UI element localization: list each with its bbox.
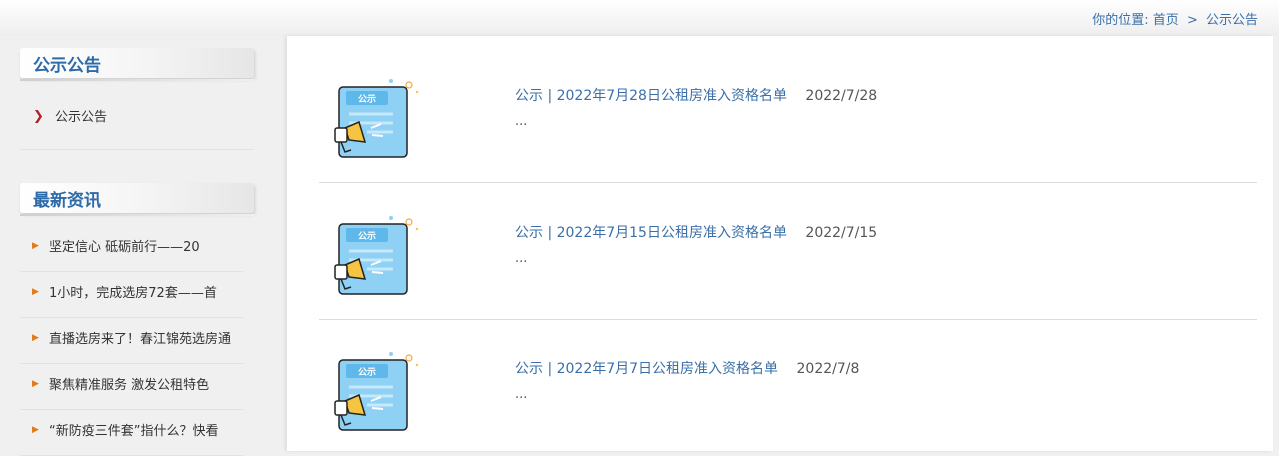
entry-date: 2022/7/15 xyxy=(805,225,878,241)
heading-underline xyxy=(20,214,254,216)
category-heading: 公示公告 xyxy=(20,48,254,81)
entry-excerpt: ... xyxy=(515,387,528,402)
bullet-icon: ▶ xyxy=(32,379,39,389)
entry-title-row: 公示 | 2022年7月28日公租房准入资格名单 2022/7/28 xyxy=(515,85,877,105)
breadcrumb-current-link[interactable]: 公示公告 xyxy=(1206,13,1258,28)
news-item-label: “新防疫三件套”指什么？快看 xyxy=(49,424,219,439)
bullet-icon: ▶ xyxy=(32,425,39,435)
entry-excerpt: ... xyxy=(515,251,528,266)
sidebar-item-label: 公示公告 xyxy=(55,110,108,125)
entry-title-row: 公示 | 2022年7月7日公租房准入资格名单 2022/7/8 xyxy=(515,358,859,378)
entry-title-row: 公示 | 2022年7月15日公租房准入资格名单 2022/7/15 xyxy=(515,222,877,242)
category-heading-text: 公示公告 xyxy=(33,56,101,76)
entry-title-link[interactable]: 公示 | 2022年7月7日公租房准入资格名单 xyxy=(515,361,778,377)
news-item-label: 坚定信心 砥砺前行——20 xyxy=(49,240,200,255)
news-item-label: 1小时，完成选房72套——首 xyxy=(49,286,217,301)
breadcrumb-home-link[interactable]: 首页 xyxy=(1153,13,1179,28)
entry-title-link[interactable]: 公示 | 2022年7月15日公租房准入资格名单 xyxy=(515,225,787,241)
news-item[interactable]: ▶ 聚焦精准服务 激发公租特色 xyxy=(20,363,243,410)
news-item[interactable]: ▶ “新防疫三件套”指什么？快看 xyxy=(20,409,243,456)
entry-excerpt: ... xyxy=(515,114,528,129)
chevron-right-icon: ❯ xyxy=(33,109,44,124)
news-item-label: 直播选房来了！春江锦苑选房通 xyxy=(49,332,232,347)
news-item-label: 聚焦精准服务 激发公租特色 xyxy=(49,378,210,393)
news-item[interactable]: ▶ 直播选房来了！春江锦苑选房通 xyxy=(20,317,243,364)
announcement-megaphone-icon[interactable]: 公示 xyxy=(327,215,419,297)
bullet-icon: ▶ xyxy=(32,241,39,251)
announcement-megaphone-icon[interactable]: 公示 xyxy=(327,351,419,433)
list-item: 公示 公示 | 2022年7月7日公租房准入资格名单 2022/7/8 ... xyxy=(319,319,1257,455)
news-item[interactable]: ▶ 坚定信心 砥砺前行——20 xyxy=(20,225,243,272)
entry-date: 2022/7/28 xyxy=(805,88,878,104)
sidebar: 公示公告 ❯ 公示公告 最新资讯 ▶ 坚定信心 砥砺前行——20 ▶ 1小时，完… xyxy=(0,36,286,456)
entry-title-link[interactable]: 公示 | 2022年7月28日公租房准入资格名单 xyxy=(515,88,787,104)
list-item: 公示 公示 | 2022年7月15日公租房准入资格名单 2022/7/15 ..… xyxy=(319,183,1257,320)
announcement-list: 公示 公示 | 2022年7月28日公租房准入资格名单 2022/7/28 ..… xyxy=(287,36,1273,451)
heading-underline xyxy=(20,79,254,81)
news-item[interactable]: ▶ 1小时，完成选房72套——首 xyxy=(20,271,243,318)
thumb-label: 公示 xyxy=(358,94,376,105)
right-edge xyxy=(1273,36,1279,451)
entry-date: 2022/7/8 xyxy=(796,361,860,377)
thumb-label: 公示 xyxy=(358,231,376,242)
thumb-label: 公示 xyxy=(358,367,376,378)
news-heading: 最新资讯 xyxy=(20,183,254,216)
announcement-megaphone-icon[interactable]: 公示 xyxy=(327,78,419,160)
bullet-icon: ▶ xyxy=(32,287,39,297)
breadcrumb-prefix: 你的位置: xyxy=(1092,13,1149,28)
news-heading-text: 最新资讯 xyxy=(33,191,101,211)
bullet-icon: ▶ xyxy=(32,333,39,343)
top-bar: 你的位置: 首页 > 公示公告 xyxy=(0,0,1279,36)
breadcrumb-separator: > xyxy=(1186,13,1198,28)
breadcrumb: 你的位置: 首页 > 公示公告 xyxy=(1092,9,1258,28)
sidebar-item-announcements[interactable]: ❯ 公示公告 xyxy=(20,89,254,150)
list-item: 公示 公示 | 2022年7月28日公租房准入资格名单 2022/7/28 ..… xyxy=(319,46,1257,183)
